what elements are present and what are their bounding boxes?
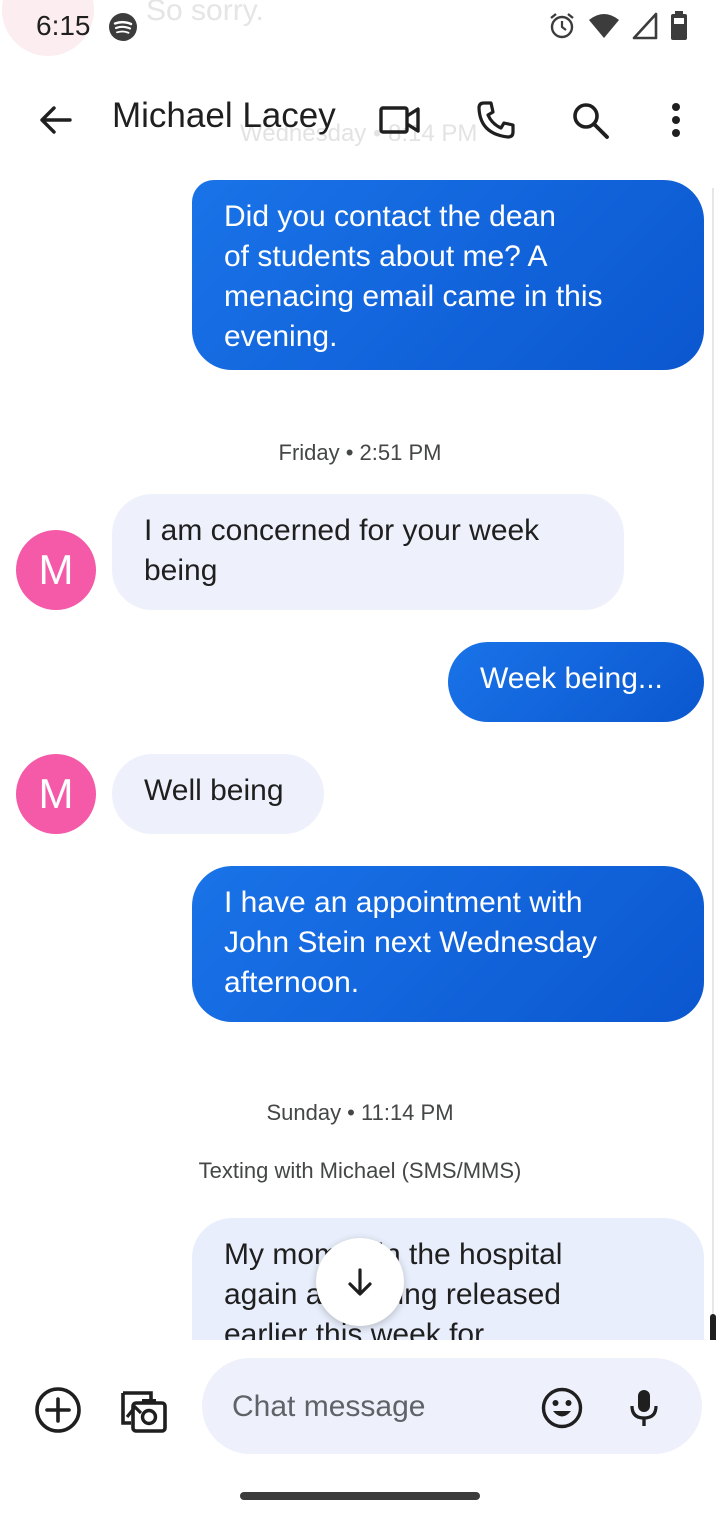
- message-line: afternoon.: [224, 966, 360, 999]
- arrow-left-icon: [40, 106, 72, 134]
- avatar-letter: M: [38, 546, 74, 593]
- search-icon: [573, 103, 609, 139]
- message-bubble-outgoing[interactable]: Did you contact the dean of students abo…: [192, 180, 704, 370]
- contact-name[interactable]: Michael Lacey: [112, 96, 336, 136]
- emoji-icon: [541, 1387, 583, 1429]
- scrollbar-track: [712, 188, 714, 1338]
- message-line: John Stein next Wednesday: [224, 926, 598, 959]
- phone-icon: [477, 101, 515, 139]
- timestamp-divider: Friday • 2:51 PM: [278, 440, 442, 465]
- message-line: menacing email came in this: [224, 280, 603, 313]
- message-bubble-outgoing[interactable]: I have an appointment with John Stein ne…: [192, 866, 704, 1022]
- notification-peek-text: So sorry.: [146, 0, 264, 27]
- avatar[interactable]: M: [16, 754, 96, 834]
- message-line: I am concerned for your week: [144, 514, 540, 547]
- message-bubble-outgoing-pending[interactable]: My mom is in the hospital again and bein…: [192, 1218, 704, 1340]
- timestamp-divider: Sunday • 11:14 PM: [266, 1100, 454, 1125]
- message-bubble-incoming[interactable]: I am concerned for your week being: [112, 494, 624, 610]
- message-line: of students about me? A: [224, 240, 548, 273]
- sms-info-label: Texting with Michael (SMS/MMS): [198, 1158, 522, 1183]
- message-line: again and being released: [224, 1278, 561, 1311]
- more-vert-icon: [672, 103, 680, 137]
- wifi-icon: [589, 14, 619, 38]
- gallery-button[interactable]: [112, 1380, 172, 1440]
- video-camera-icon: [379, 106, 420, 134]
- add-attachment-button[interactable]: [30, 1382, 86, 1438]
- voice-call-button[interactable]: [468, 92, 524, 148]
- search-button[interactable]: [562, 92, 618, 148]
- video-call-button[interactable]: [372, 92, 428, 148]
- alarm-icon: [550, 13, 574, 39]
- avatar[interactable]: M: [16, 530, 96, 610]
- gallery-camera-icon: [121, 1391, 167, 1433]
- more-options-button[interactable]: [648, 92, 704, 148]
- message-bubble-incoming[interactable]: Well being: [112, 754, 324, 834]
- message-list[interactable]: Did you contact the dean of students abo…: [0, 172, 720, 1340]
- message-line: earlier this week for: [224, 1318, 485, 1340]
- mic-icon: [630, 1390, 658, 1426]
- plus-circle-icon: [35, 1387, 81, 1433]
- message-line: My mom is in the hospital: [224, 1238, 563, 1271]
- message-line: Well being: [144, 774, 284, 807]
- arrow-down-icon: [348, 1268, 372, 1296]
- voice-input-button[interactable]: [622, 1382, 666, 1434]
- back-button[interactable]: [28, 92, 84, 148]
- chat-message-input[interactable]: [230, 1358, 524, 1456]
- scroll-to-bottom-button[interactable]: [316, 1238, 404, 1326]
- message-bubble-outgoing[interactable]: Week being...: [448, 642, 704, 722]
- gesture-navigation-bar[interactable]: [240, 1492, 480, 1500]
- avatar-letter: M: [38, 770, 74, 817]
- status-time: 6:15: [36, 10, 91, 41]
- message-line: Did you contact the dean: [224, 200, 556, 233]
- battery-icon: [671, 11, 687, 40]
- spotify-icon: [109, 13, 137, 41]
- status-bar: So sorry. 6:15: [0, 0, 720, 56]
- message-line: evening.: [224, 320, 338, 353]
- message-line: Week being...: [480, 662, 663, 695]
- emoji-button[interactable]: [536, 1382, 588, 1434]
- message-line: being: [144, 554, 218, 587]
- status-icons: [548, 10, 688, 42]
- message-line: I have an appointment with: [224, 886, 583, 919]
- signal-icon: [632, 12, 658, 40]
